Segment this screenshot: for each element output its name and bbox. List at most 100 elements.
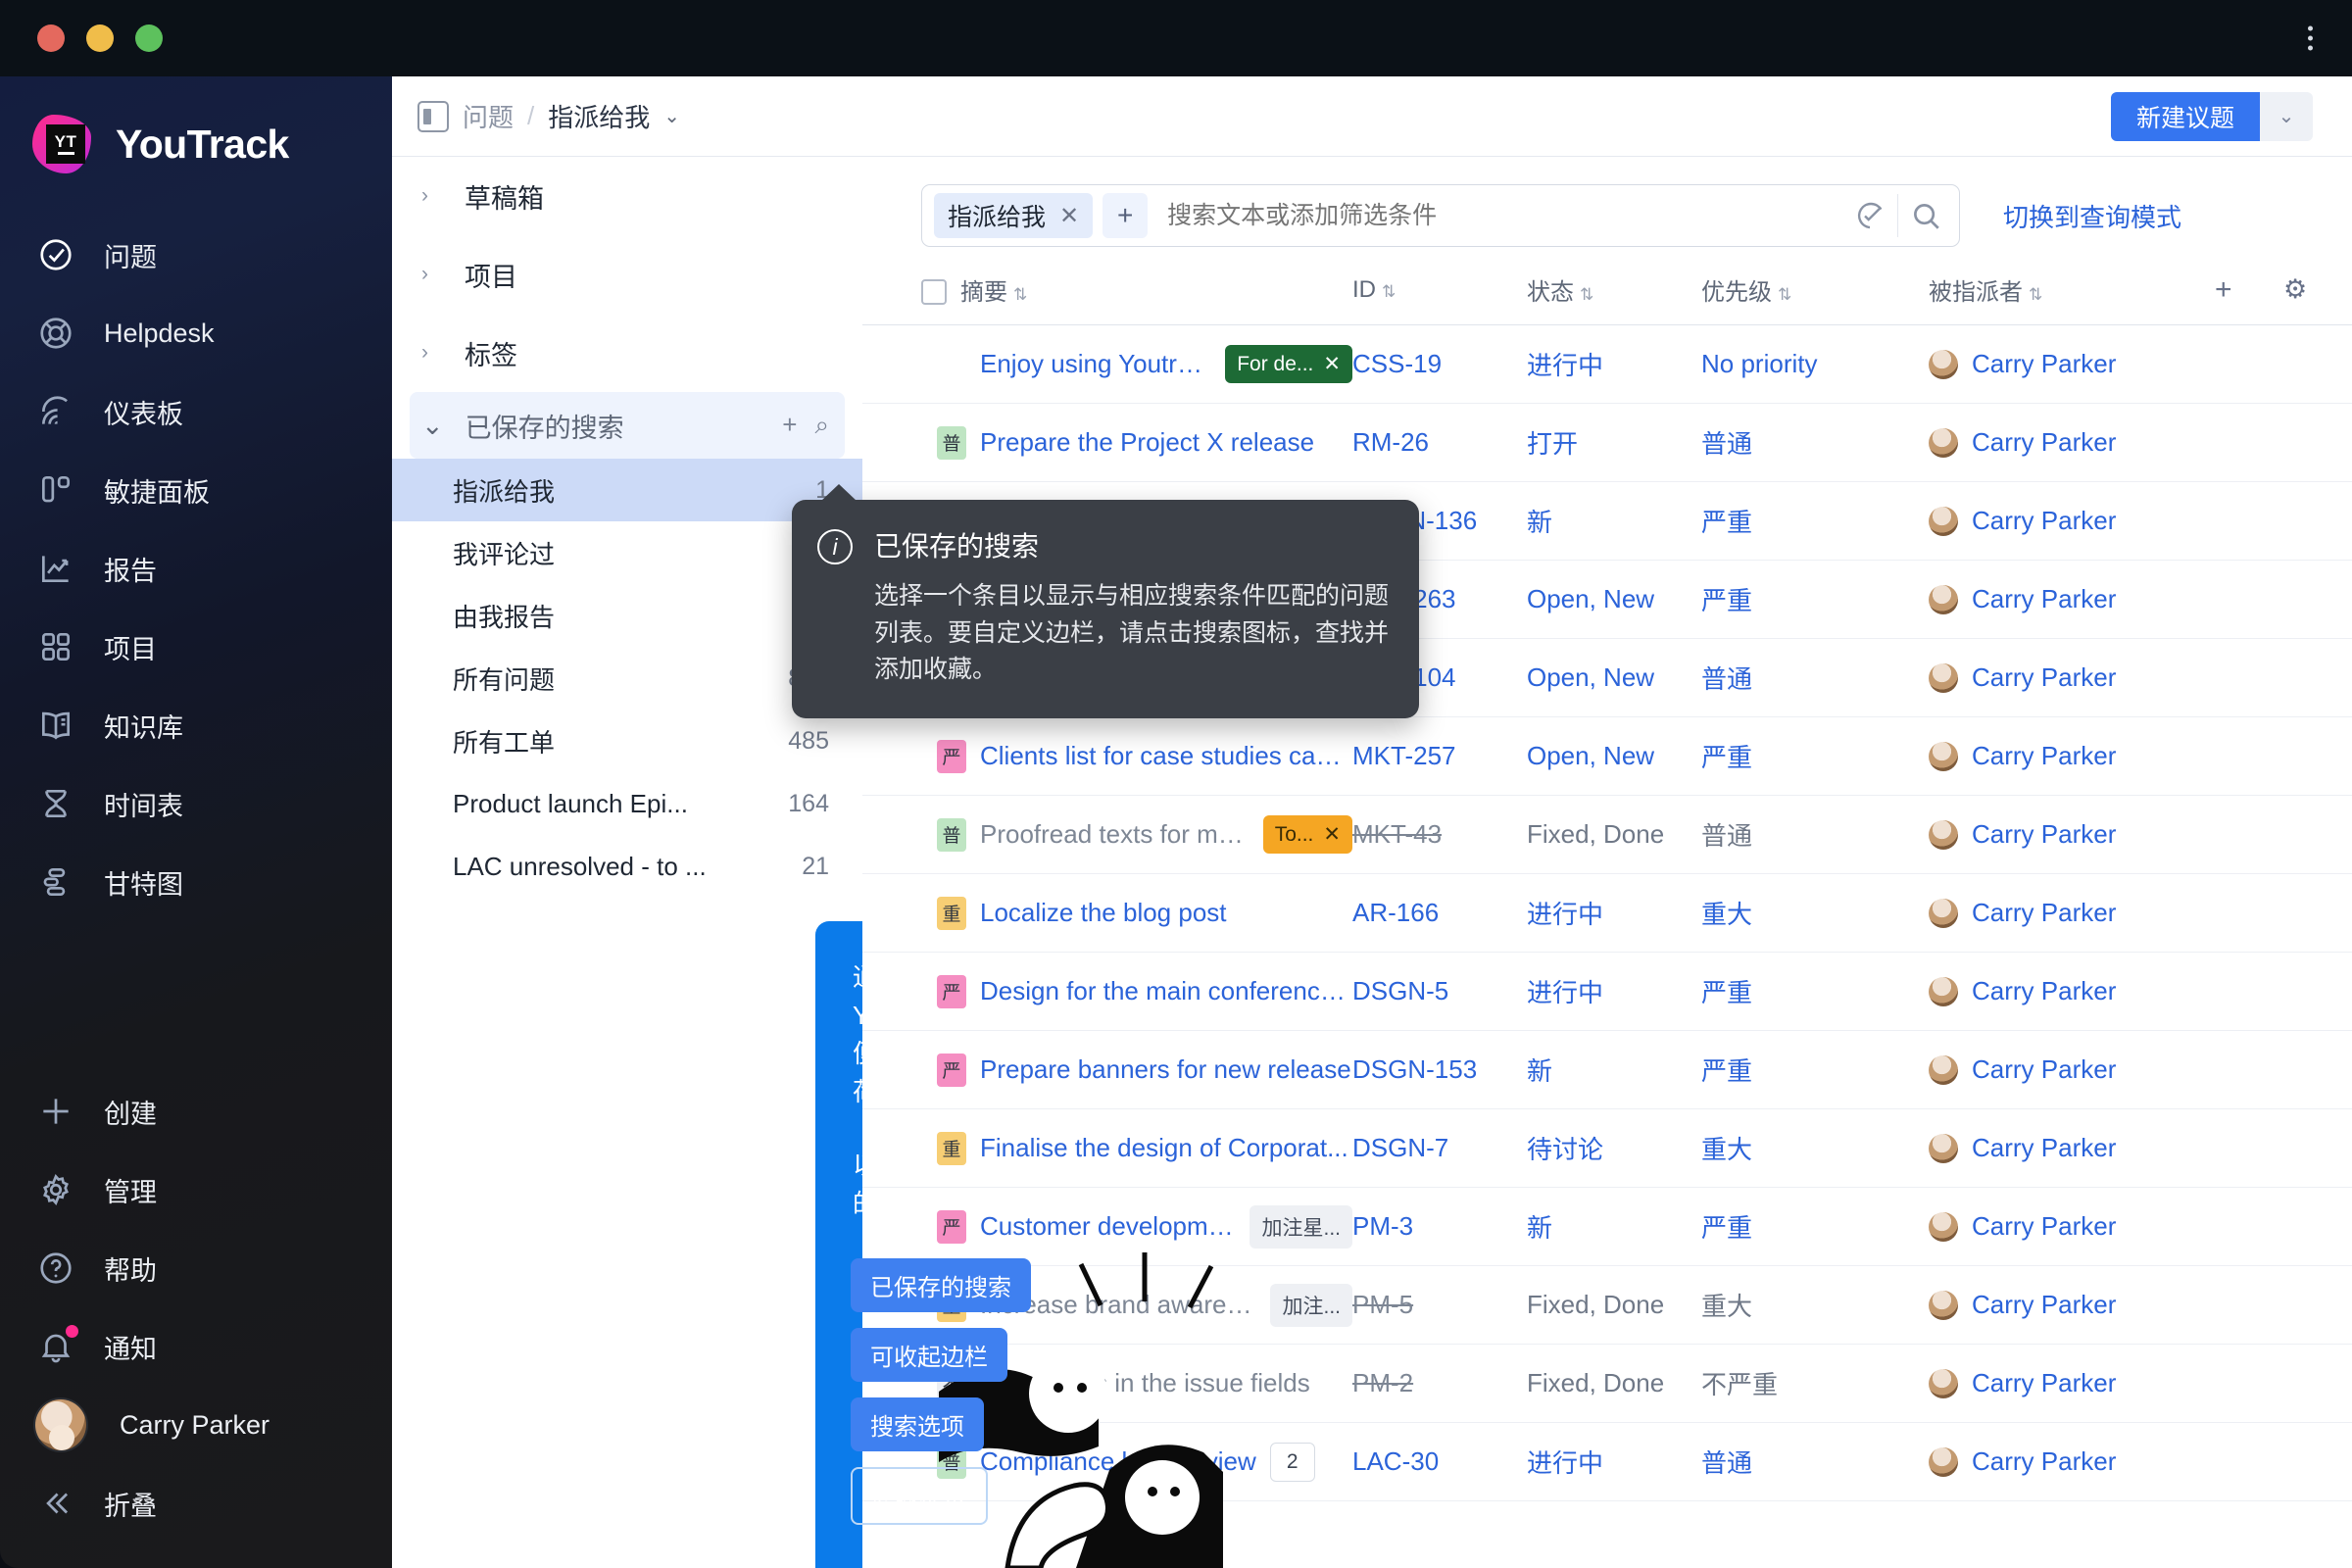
sort-icon[interactable]: ⇅ [1580,285,1593,304]
sort-icon[interactable]: ⇅ [1013,285,1027,304]
assignee-name[interactable]: Carry Parker [1972,584,2116,614]
issue-id[interactable]: RM-26 [1352,427,1429,457]
issue-priority[interactable]: 普通 [1701,821,1752,851]
issue-state[interactable]: 待讨论 [1527,1135,1603,1164]
issue-priority[interactable]: 不严重 [1701,1370,1778,1399]
table-row[interactable]: ★普Proofread texts for me...To...✕MKT-43F… [862,795,2352,874]
issue-state[interactable]: 进行中 [1527,978,1603,1007]
add-filter-button[interactable]: + [1102,193,1149,238]
new-issue-dropdown-icon[interactable]: ⌄ [2260,91,2313,141]
table-row[interactable]: ★严Prepare banners for new releaseDSGN-15… [862,1030,2352,1109]
assignee-name[interactable]: Carry Parker [1972,1368,2116,1398]
issue-state[interactable]: 新 [1527,508,1552,537]
issue-badge[interactable]: 加注... [1270,1283,1352,1327]
saved-search-item[interactable]: Product launch Epi... 164 [392,772,862,835]
sidebar-item-timesheets[interactable]: 时间表 [0,764,392,843]
table-row[interactable]: ★严Clients list for case studies cam...MK… [862,716,2352,796]
assignee-name[interactable]: Carry Parker [1972,1054,2116,1085]
hide-tips-button[interactable]: 隐藏提示 [851,1467,988,1525]
assignee-name[interactable]: Carry Parker [1972,898,2116,928]
issue-id[interactable]: PM-5 [1352,1290,1413,1319]
issue-summary-link[interactable]: Prepare the Project X release [980,427,1314,458]
issue-summary-link[interactable]: Finalise the design of Corporat... [980,1133,1348,1163]
issue-id[interactable]: PM-2 [1352,1368,1413,1397]
assignee-name[interactable]: Carry Parker [1972,662,2116,693]
issue-summary-link[interactable]: Clients list for case studies cam... [980,741,1352,771]
issue-state[interactable]: 打开 [1527,429,1578,459]
sidebar-item-administration[interactable]: 管理 [0,1151,392,1229]
table-settings-button[interactable]: ⚙ [2283,272,2352,325]
new-issue-button[interactable]: 新建议题 [2110,91,2260,141]
issue-state[interactable]: 新 [1527,1213,1552,1243]
sidebar-item-issues[interactable]: 问题 [0,216,392,294]
issue-summary-link[interactable]: Enjoy using Youtrack [980,349,1211,379]
close-icon[interactable]: ✕ [1323,822,1341,847]
chevron-down-icon[interactable]: ⌄ [663,104,680,128]
sidebar-collapse-button[interactable]: 折叠 [0,1464,392,1543]
assignee-name[interactable]: Carry Parker [1972,1446,2116,1477]
sidebar-item-dashboard[interactable]: 仪表板 [0,372,392,451]
column-header-state[interactable]: 状态 ⇅ [1527,272,1701,325]
issue-priority[interactable]: No priority [1701,349,1817,378]
issue-state[interactable]: Fixed, Done [1527,1368,1664,1397]
close-icon[interactable]: ✕ [1059,202,1079,230]
issue-priority[interactable]: 重大 [1701,900,1752,929]
sidebar-item-create[interactable]: 创建 [0,1072,392,1151]
issue-priority[interactable]: 普通 [1701,1448,1752,1478]
sidebar-user-profile[interactable]: Carry Parker [0,1386,392,1464]
issue-id[interactable]: MKT-43 [1352,819,1442,849]
column-header-summary[interactable]: 摘要 ⇅ [862,272,1352,325]
issue-priority[interactable]: 严重 [1701,978,1752,1007]
issue-priority[interactable]: 严重 [1701,1213,1752,1243]
sort-icon[interactable]: ⇅ [1778,285,1791,304]
issue-priority[interactable]: 重大 [1701,1135,1752,1164]
panel-item-tags[interactable]: › 标签 [392,314,862,392]
table-row[interactable]: ★Enjoy using YoutrackFor de...✕CSS-19进行中… [862,324,2352,404]
table-row[interactable]: ★重Localize the blog postAR-166进行中重大Carry… [862,873,2352,953]
issue-id[interactable]: PM-3 [1352,1211,1413,1241]
issue-priority[interactable]: 严重 [1701,1056,1752,1086]
issue-id[interactable]: DSGN-7 [1352,1133,1448,1162]
column-header-priority[interactable]: 优先级 ⇅ [1701,272,1929,325]
window-close-button[interactable] [37,24,65,52]
column-header-assignee[interactable]: 被指派者 ⇅ [1929,272,2215,325]
issue-state[interactable]: Open, New [1527,584,1654,613]
saved-searches-header[interactable]: ⌄ 已保存的搜索 + ⌕ [410,392,845,459]
issue-id[interactable]: LAC-30 [1352,1446,1439,1476]
issue-state[interactable]: 进行中 [1527,351,1603,380]
issue-summary-link[interactable]: Prepare banners for new release [980,1054,1351,1085]
issue-priority[interactable]: 普通 [1701,429,1752,459]
toggle-panel-icon[interactable] [417,100,449,132]
issue-state[interactable]: Fixed, Done [1527,1290,1664,1319]
issue-summary-link[interactable]: Localize the blog post [980,898,1227,928]
sidebar-item-knowledge-base[interactable]: 知识库 [0,686,392,764]
panel-item-drafts[interactable]: › 草稿箱 [392,157,862,235]
sidebar-item-projects[interactable]: 项目 [0,608,392,686]
issue-id[interactable]: DSGN-5 [1352,976,1448,1005]
brand-logo[interactable]: YT YouTrack [0,76,392,176]
assignee-name[interactable]: Carry Parker [1972,741,2116,771]
column-header-id[interactable]: ID ⇅ [1352,272,1527,325]
issue-badge[interactable]: 加注星... [1250,1204,1352,1249]
assignee-name[interactable]: Carry Parker [1972,819,2116,850]
issue-state[interactable]: 进行中 [1527,900,1603,929]
panel-item-projects[interactable]: › 项目 [392,235,862,314]
assignee-name[interactable]: Carry Parker [1972,1290,2116,1320]
sidebar-item-gantt-charts[interactable]: 甘特图 [0,843,392,921]
query-assist-icon[interactable] [1842,199,1897,232]
issue-badge[interactable]: To... ✕ [1262,815,1352,854]
sort-icon[interactable]: ⇅ [1382,282,1396,301]
breadcrumb-root[interactable]: 问题 [463,98,514,134]
promo-chip-saved-searches[interactable]: 已保存的搜索 [851,1258,1031,1312]
filter-chip-assigned-to-me[interactable]: 指派给我 ✕ [934,193,1094,238]
issue-id[interactable]: DSGN-153 [1352,1054,1477,1084]
window-minimize-button[interactable] [86,24,114,52]
issue-id[interactable]: MKT-257 [1352,741,1456,770]
close-icon[interactable]: ✕ [1323,352,1341,376]
assignee-name[interactable]: Carry Parker [1972,506,2116,536]
sidebar-item-agile-boards[interactable]: 敏捷面板 [0,451,392,529]
issue-badge[interactable]: 2 [1269,1442,1315,1482]
table-row[interactable]: ★普Prepare the Project X releaseRM-26打开普通… [862,403,2352,482]
assignee-name[interactable]: Carry Parker [1972,1211,2116,1242]
issue-badge[interactable]: For de... ✕ [1225,345,1352,383]
